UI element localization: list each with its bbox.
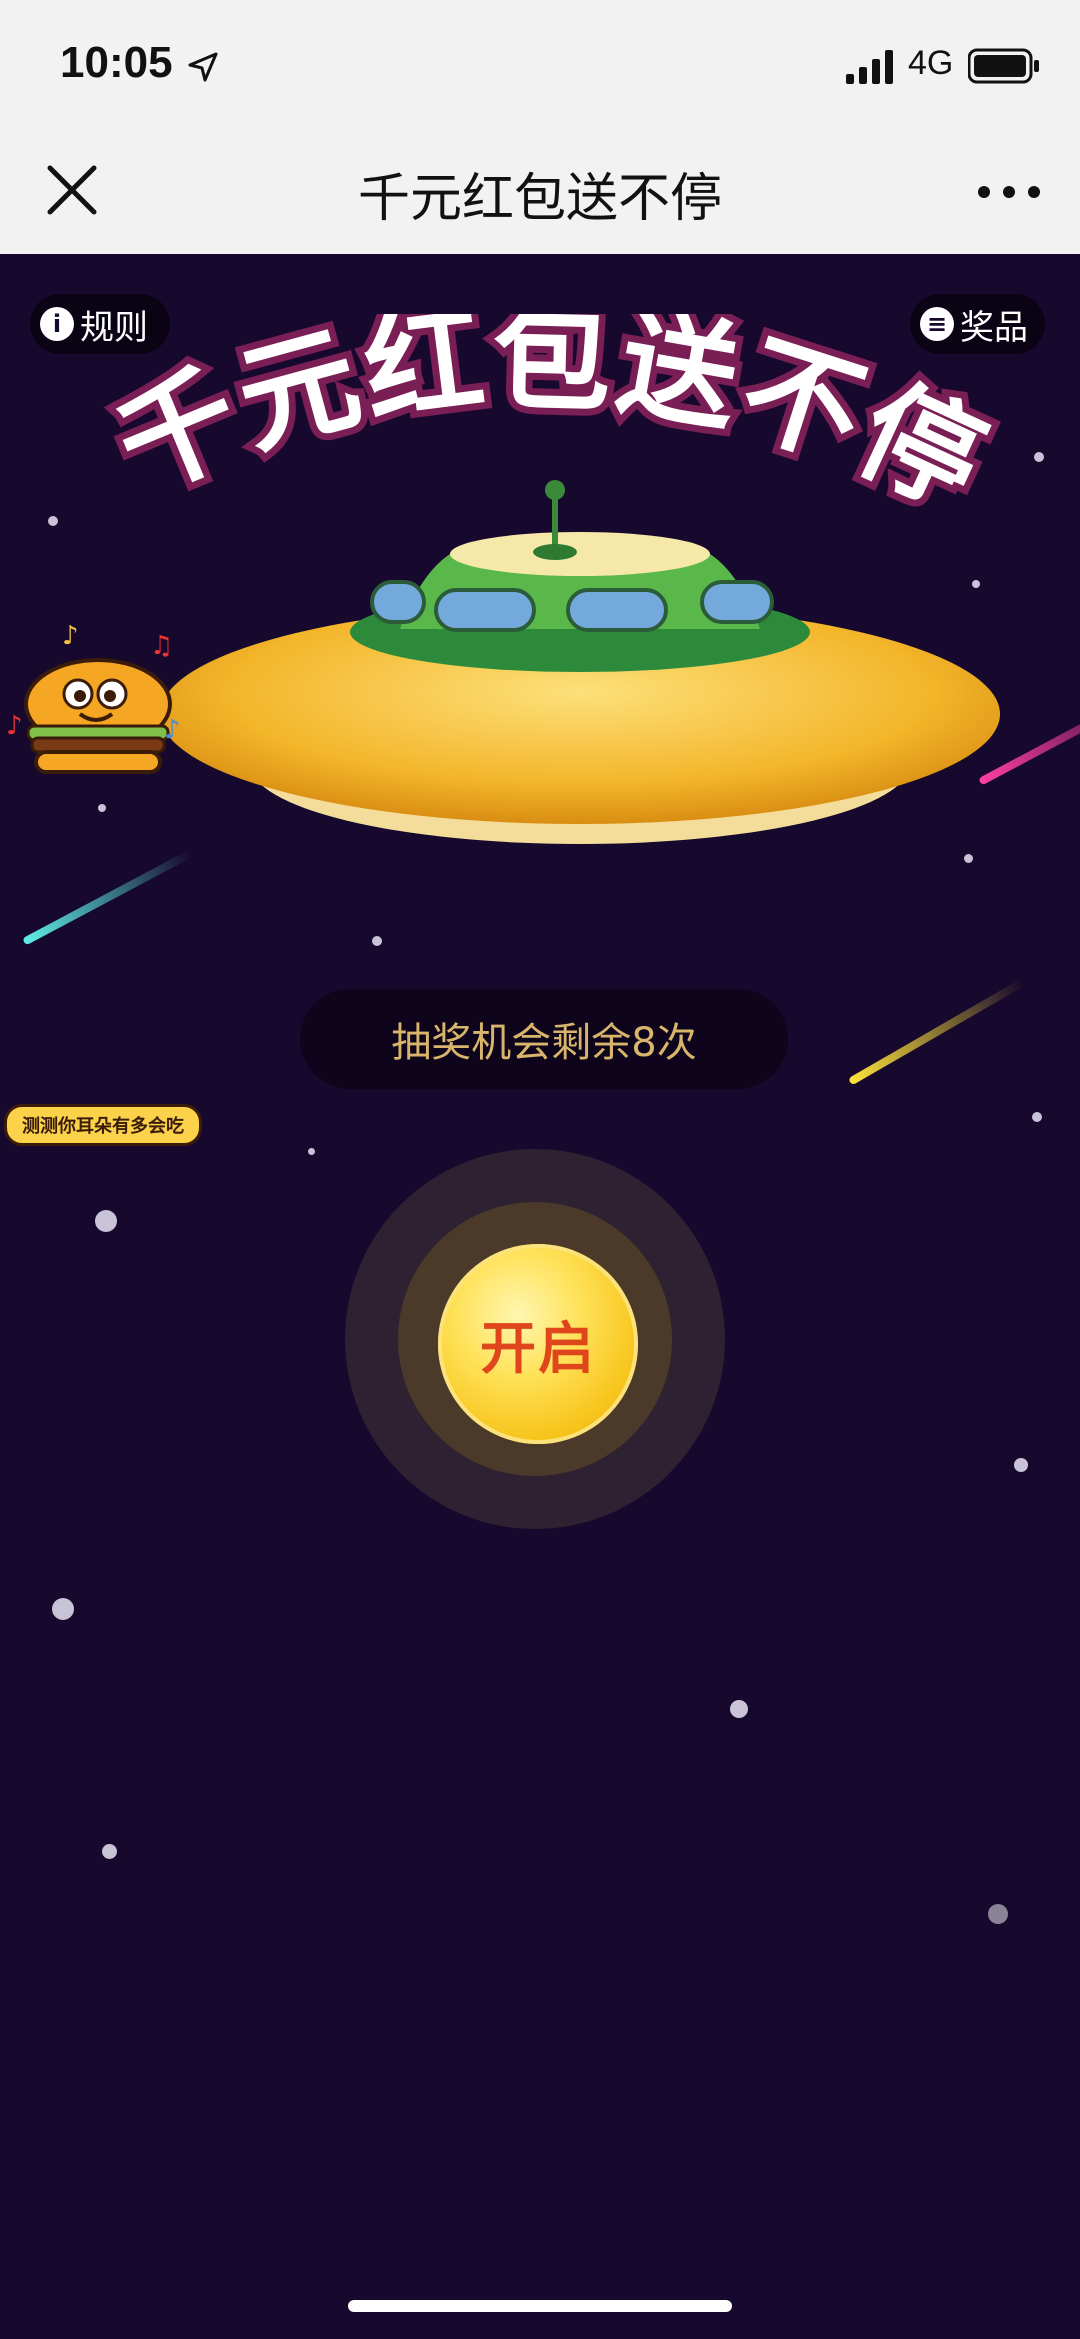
star-decoration xyxy=(95,1210,117,1232)
ufo-illustration xyxy=(160,480,1000,844)
open-button-label: 开启 xyxy=(480,1316,596,1382)
star-decoration xyxy=(308,1148,315,1155)
star-decoration xyxy=(1032,1112,1042,1122)
home-indicator xyxy=(348,2300,732,2312)
meteor-yellow xyxy=(848,978,1026,1086)
status-bar: 10:05 4G xyxy=(0,0,1080,132)
lottery-stage: i 规则 ≡ 奖品 千元红包送不停 ♪ ♫ ♪ ♪ 测测你耳朵有多会吃 抽奖机会… xyxy=(0,254,1080,2339)
page-title: 千元红包送不停 xyxy=(357,169,722,229)
location-arrow-icon xyxy=(188,52,218,82)
battery-icon xyxy=(968,48,1039,84)
star-decoration xyxy=(372,936,382,946)
cellular-signal-icon xyxy=(846,50,893,84)
star-decoration xyxy=(48,516,58,526)
star-decoration xyxy=(102,1844,117,1859)
open-button[interactable]: 开启 xyxy=(438,1244,638,1444)
burger-promo[interactable]: ♪ ♫ ♪ ♪ 测测你耳朵有多会吃 xyxy=(0,604,202,1146)
svg-text:♪: ♪ xyxy=(164,715,181,745)
star-decoration xyxy=(52,1598,74,1620)
status-time: 10:05 xyxy=(60,38,173,87)
star-decoration xyxy=(1034,452,1044,462)
nav-bar: 千元红包送不停 xyxy=(0,132,1080,255)
network-type: 4G xyxy=(908,44,954,82)
svg-text:♪: ♪ xyxy=(6,711,23,741)
remaining-chances: 抽奖机会剩余8次 xyxy=(300,989,788,1089)
info-icon: i xyxy=(40,307,74,341)
svg-text:♫: ♫ xyxy=(150,631,173,661)
star-decoration xyxy=(730,1700,748,1718)
star-decoration xyxy=(988,1904,1008,1924)
star-decoration xyxy=(1014,1458,1028,1472)
burger-mascot-icon: ♪ ♫ ♪ ♪ xyxy=(6,621,181,774)
burger-promo-label: 测测你耳朵有多会吃 xyxy=(4,1104,202,1146)
more-options-icon[interactable] xyxy=(974,172,1044,212)
svg-text:♪: ♪ xyxy=(62,621,79,651)
